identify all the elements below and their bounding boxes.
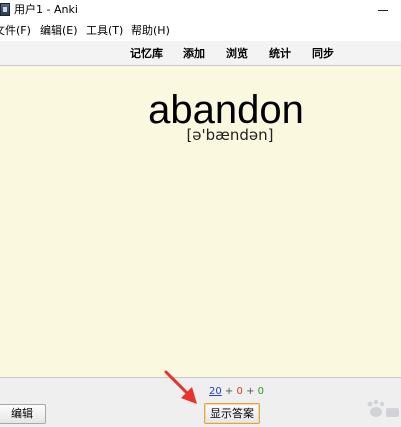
watermark-logo: [367, 399, 399, 417]
new-count[interactable]: 20: [209, 386, 222, 397]
toolbar-stats-link[interactable]: 统计: [269, 46, 291, 62]
window-title: 用户1 - Anki: [14, 3, 78, 16]
anki-icon: [0, 3, 10, 16]
learning-count: 0: [236, 386, 243, 397]
due-counts: 20 + 0 + 0: [209, 385, 264, 399]
minimize-icon[interactable]: [372, 0, 394, 20]
menu-help[interactable]: 帮助(H): [131, 22, 170, 40]
edit-button[interactable]: 编辑: [0, 404, 46, 424]
main-toolbar: 记忆库 添加 浏览 统计 同步: [0, 41, 401, 66]
count-separator: +: [224, 386, 234, 397]
title-bar: 用户1 - Anki: [0, 0, 401, 21]
bottom-bar: 编辑 20 + 0 + 0 显示答案: [0, 377, 401, 427]
menu-file[interactable]: 文件(F): [0, 22, 31, 40]
toolbar-browse-link[interactable]: 浏览: [226, 46, 248, 62]
review-count: 0: [257, 386, 265, 397]
show-answer-button[interactable]: 显示答案: [204, 403, 260, 424]
card-view: abandon [ə'bændən]: [0, 66, 401, 377]
toolbar-decks-link[interactable]: 记忆库: [130, 46, 163, 62]
toolbar-add-link[interactable]: 添加: [183, 46, 205, 62]
toolbar-sync-link[interactable]: 同步: [312, 46, 334, 62]
menu-bar: 文件(F) 编辑(E) 工具(T) 帮助(H): [0, 22, 401, 40]
menu-tools[interactable]: 工具(T): [86, 22, 123, 40]
count-separator: +: [246, 386, 255, 397]
menu-edit[interactable]: 编辑(E): [40, 22, 78, 40]
card-phonetic: [ə'bændən]: [186, 126, 274, 144]
